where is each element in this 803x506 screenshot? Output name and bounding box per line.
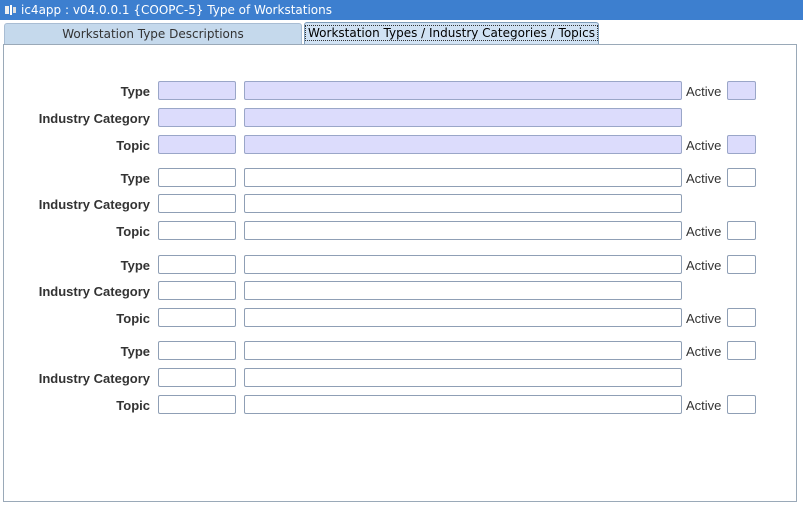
topic-code-field[interactable] [158, 135, 236, 154]
tab-label: Workstation Types / Industry Categories … [305, 25, 598, 41]
industry-category-label: Industry Category [38, 197, 150, 212]
industry-category-description-field[interactable] [244, 281, 682, 300]
type-description-field[interactable] [244, 341, 682, 360]
type-description-field[interactable] [244, 168, 682, 187]
type-active-label: Active [686, 171, 722, 186]
tab-strip: Workstation Type Descriptions Workstatio… [0, 20, 803, 44]
topic-label: Topic [116, 138, 150, 153]
type-active-field[interactable] [727, 341, 756, 360]
industry-category-code-field[interactable] [158, 281, 236, 300]
topic-active-label: Active [686, 224, 722, 239]
topic-description-field[interactable] [244, 395, 682, 414]
tab-workstation-types-industry-categories-topics[interactable]: Workstation Types / Industry Categories … [304, 22, 599, 44]
type-active-field[interactable] [727, 255, 756, 274]
industry-category-description-field[interactable] [244, 368, 682, 387]
industry-category-code-field[interactable] [158, 368, 236, 387]
industry-category-label: Industry Category [38, 284, 150, 299]
topic-code-field[interactable] [158, 395, 236, 414]
type-code-field[interactable] [158, 255, 236, 274]
type-active-label: Active [686, 344, 722, 359]
topic-label: Topic [116, 311, 150, 326]
type-active-field[interactable] [727, 81, 756, 100]
topic-code-field[interactable] [158, 308, 236, 327]
app-icon [5, 5, 16, 15]
type-label: Type [120, 84, 150, 99]
topic-active-field[interactable] [727, 395, 756, 414]
tab-panel: Type Active Industry Category Topic Acti… [3, 44, 797, 502]
topic-label: Topic [116, 224, 150, 239]
topic-label: Topic [116, 398, 150, 413]
type-description-field[interactable] [244, 81, 682, 100]
industry-category-code-field[interactable] [158, 194, 236, 213]
type-label: Type [120, 171, 150, 186]
topic-active-field[interactable] [727, 221, 756, 240]
industry-category-description-field[interactable] [244, 194, 682, 213]
type-code-field[interactable] [158, 81, 236, 100]
topic-description-field[interactable] [244, 308, 682, 327]
topic-description-field[interactable] [244, 135, 682, 154]
window-title: ic4app : v04.0.0.1 {COOPC-5} Type of Wor… [21, 3, 332, 17]
window-titlebar: ic4app : v04.0.0.1 {COOPC-5} Type of Wor… [0, 0, 803, 20]
tab-workstation-type-descriptions[interactable]: Workstation Type Descriptions [4, 23, 302, 44]
type-label: Type [120, 258, 150, 273]
type-active-label: Active [686, 258, 722, 273]
type-code-field[interactable] [158, 341, 236, 360]
industry-category-code-field[interactable] [158, 108, 236, 127]
type-active-field[interactable] [727, 168, 756, 187]
industry-category-label: Industry Category [38, 371, 150, 386]
type-active-label: Active [686, 84, 722, 99]
topic-description-field[interactable] [244, 221, 682, 240]
topic-code-field[interactable] [158, 221, 236, 240]
topic-active-label: Active [686, 398, 722, 413]
type-label: Type [120, 344, 150, 359]
topic-active-field[interactable] [727, 308, 756, 327]
industry-category-label: Industry Category [38, 111, 150, 126]
type-code-field[interactable] [158, 168, 236, 187]
topic-active-label: Active [686, 138, 722, 153]
industry-category-description-field[interactable] [244, 108, 682, 127]
topic-active-label: Active [686, 311, 722, 326]
type-description-field[interactable] [244, 255, 682, 274]
topic-active-field[interactable] [727, 135, 756, 154]
